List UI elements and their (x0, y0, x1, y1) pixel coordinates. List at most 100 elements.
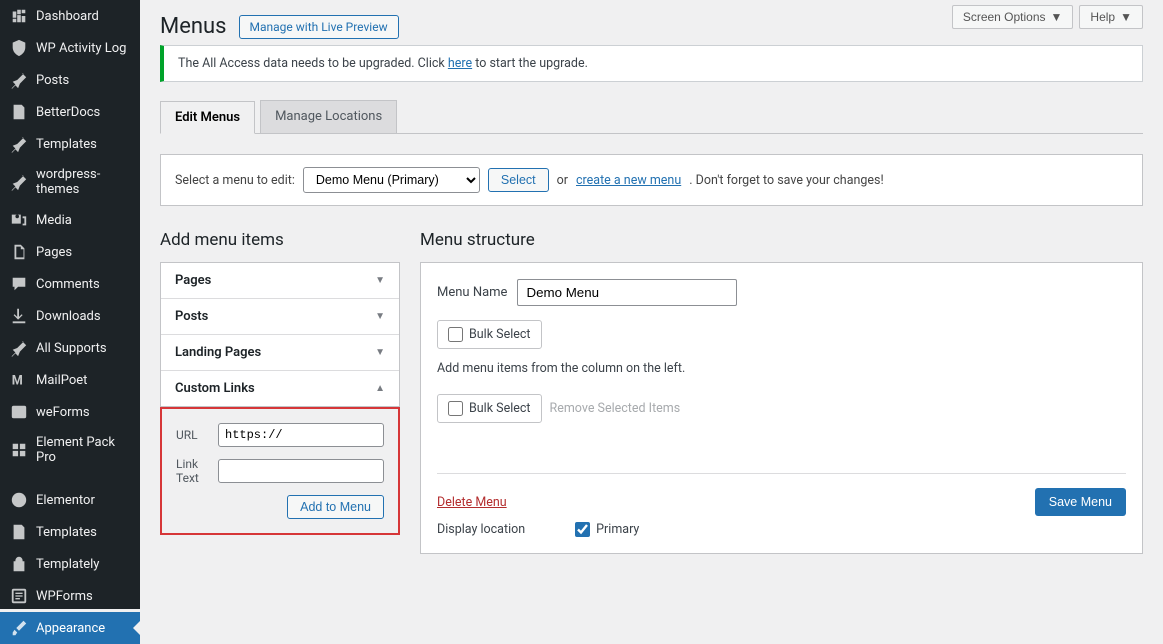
pin-icon (10, 339, 28, 357)
sidebar-item-label: WPForms (36, 589, 93, 604)
pin-icon (10, 71, 28, 89)
sidebar-item-comments[interactable]: Comments (0, 268, 140, 300)
sidebar-item-label: WP Activity Log (36, 41, 126, 56)
metabox-posts[interactable]: Posts ▼ (161, 299, 399, 335)
caret-down-icon: ▼ (375, 347, 385, 358)
sidebar-item-wp-activity-log[interactable]: WP Activity Log (0, 32, 140, 64)
display-location-label: Display location (437, 522, 525, 537)
sidebar-item-wpforms[interactable]: WPForms (0, 580, 140, 612)
svg-text:M: M (12, 374, 23, 389)
admin-sidebar: Dashboard WP Activity Log Posts BetterDo… (0, 0, 140, 609)
primary-location-option[interactable]: Primary (575, 522, 639, 537)
notice-text: The All Access data needs to be upgraded… (178, 56, 448, 71)
add-to-menu-button[interactable]: Add to Menu (287, 495, 384, 519)
sidebar-item-label: weForms (36, 405, 90, 420)
metabox-landing-pages[interactable]: Landing Pages ▼ (161, 335, 399, 371)
sidebar-item-downloads[interactable]: Downloads (0, 300, 140, 332)
help-button[interactable]: Help ▼ (1079, 5, 1143, 29)
shield-icon (10, 39, 28, 57)
metabox-label: Posts (175, 309, 208, 324)
menu-name-input[interactable] (517, 279, 737, 306)
remove-selected-link[interactable]: Remove Selected Items (550, 401, 681, 416)
sidebar-item-label: Elementor (36, 493, 95, 508)
dashboard-icon (10, 7, 28, 25)
sidebar-item-label: Media (36, 213, 72, 228)
notice-link[interactable]: here (448, 56, 472, 71)
select-button[interactable]: Select (488, 168, 549, 192)
sidebar-item-media[interactable]: Media (0, 204, 140, 236)
bulk-select-top[interactable]: Bulk Select (437, 320, 542, 349)
link-text-input[interactable] (218, 459, 384, 483)
media-icon (10, 211, 28, 229)
sidebar-item-label: Dashboard (36, 9, 99, 24)
menu-tabs: Edit Menus Manage Locations (160, 100, 1143, 134)
tab-edit-menus[interactable]: Edit Menus (160, 101, 255, 134)
sidebar-item-templates-2[interactable]: Templates (0, 516, 140, 548)
element-pack-icon (10, 441, 28, 459)
bulk-select-label: Bulk Select (469, 327, 531, 342)
screen-options-label: Screen Options (963, 10, 1046, 24)
page-title: Menus (160, 14, 227, 39)
caret-down-icon: ▼ (375, 311, 385, 322)
metabox-label: Landing Pages (175, 345, 261, 360)
mailpoet-icon: M (10, 371, 28, 389)
bulk-select-label: Bulk Select (469, 401, 531, 416)
metabox-label: Pages (175, 273, 211, 288)
primary-label: Primary (596, 522, 639, 537)
sidebar-item-elementor[interactable]: Elementor (0, 484, 140, 516)
menu-select[interactable]: Demo Menu (Primary) (303, 167, 480, 193)
add-items-heading: Add menu items (160, 230, 400, 250)
sidebar-item-all-supports[interactable]: All Supports (0, 332, 140, 364)
metabox-container: Pages ▼ Posts ▼ Landing Pages ▼ Custom Link… (160, 262, 400, 407)
caret-down-icon: ▼ (1120, 10, 1132, 24)
manage-live-preview-link[interactable]: Manage with Live Preview (239, 15, 399, 39)
bulk-select-bottom[interactable]: Bulk Select (437, 394, 542, 423)
create-menu-link[interactable]: create a new menu (576, 173, 681, 188)
menu-structure-heading: Menu structure (420, 230, 1143, 250)
caret-up-icon: ▲ (375, 383, 385, 394)
link-text-label: Link Text (176, 457, 212, 485)
sidebar-item-label: Appearance (36, 621, 105, 636)
sidebar-item-label: Templates (36, 137, 97, 152)
sidebar-item-label: Templately (36, 557, 99, 572)
save-menu-button[interactable]: Save Menu (1035, 488, 1126, 516)
notice-text: to start the upgrade. (472, 56, 588, 71)
sidebar-item-dashboard[interactable]: Dashboard (0, 0, 140, 32)
tab-manage-locations[interactable]: Manage Locations (260, 100, 397, 133)
bulk-select-checkbox[interactable] (448, 327, 463, 342)
sidebar-item-wordpress-themes[interactable]: wordpress-themes (0, 160, 140, 204)
delete-menu-link[interactable]: Delete Menu (437, 495, 507, 510)
caret-down-icon: ▼ (375, 275, 385, 286)
screen-options-button[interactable]: Screen Options ▼ (952, 5, 1074, 29)
metabox-custom-links[interactable]: Custom Links▲ (161, 371, 399, 406)
primary-checkbox[interactable] (575, 522, 590, 537)
url-input[interactable] (218, 423, 384, 447)
sidebar-item-label: Templates (36, 525, 97, 540)
url-label: URL (176, 428, 212, 442)
sidebar-item-mailpoet[interactable]: MMailPoet (0, 364, 140, 396)
sidebar-item-label: Posts (36, 73, 69, 88)
suffix-text: . Don't forget to save your changes! (689, 173, 884, 188)
custom-links-panel: URL Link Text Add to Menu (160, 407, 400, 535)
sidebar-item-pages[interactable]: Pages (0, 236, 140, 268)
comments-icon (10, 275, 28, 293)
sidebar-item-betterdocs[interactable]: BetterDocs (0, 96, 140, 128)
upgrade-notice: The All Access data needs to be upgraded… (160, 45, 1143, 82)
weforms-icon (10, 403, 28, 421)
select-label: Select a menu to edit: (175, 173, 295, 188)
sidebar-item-label: Comments (36, 277, 100, 292)
elementor-icon (10, 491, 28, 509)
instruction-text: Add menu items from the column on the le… (437, 361, 1126, 376)
sidebar-item-templates[interactable]: Templates (0, 128, 140, 160)
docs-icon (10, 103, 28, 121)
sidebar-item-element-pack-pro[interactable]: Element Pack Pro (0, 428, 140, 472)
sidebar-item-templately[interactable]: Templately (0, 548, 140, 580)
menu-name-label: Menu Name (437, 285, 507, 300)
or-text: or (557, 173, 568, 188)
sidebar-item-appearance[interactable]: Appearance (0, 612, 140, 644)
metabox-pages[interactable]: Pages ▼ (161, 263, 399, 299)
bulk-select-checkbox[interactable] (448, 401, 463, 416)
docs-icon (10, 523, 28, 541)
sidebar-item-posts[interactable]: Posts (0, 64, 140, 96)
sidebar-item-weforms[interactable]: weForms (0, 396, 140, 428)
